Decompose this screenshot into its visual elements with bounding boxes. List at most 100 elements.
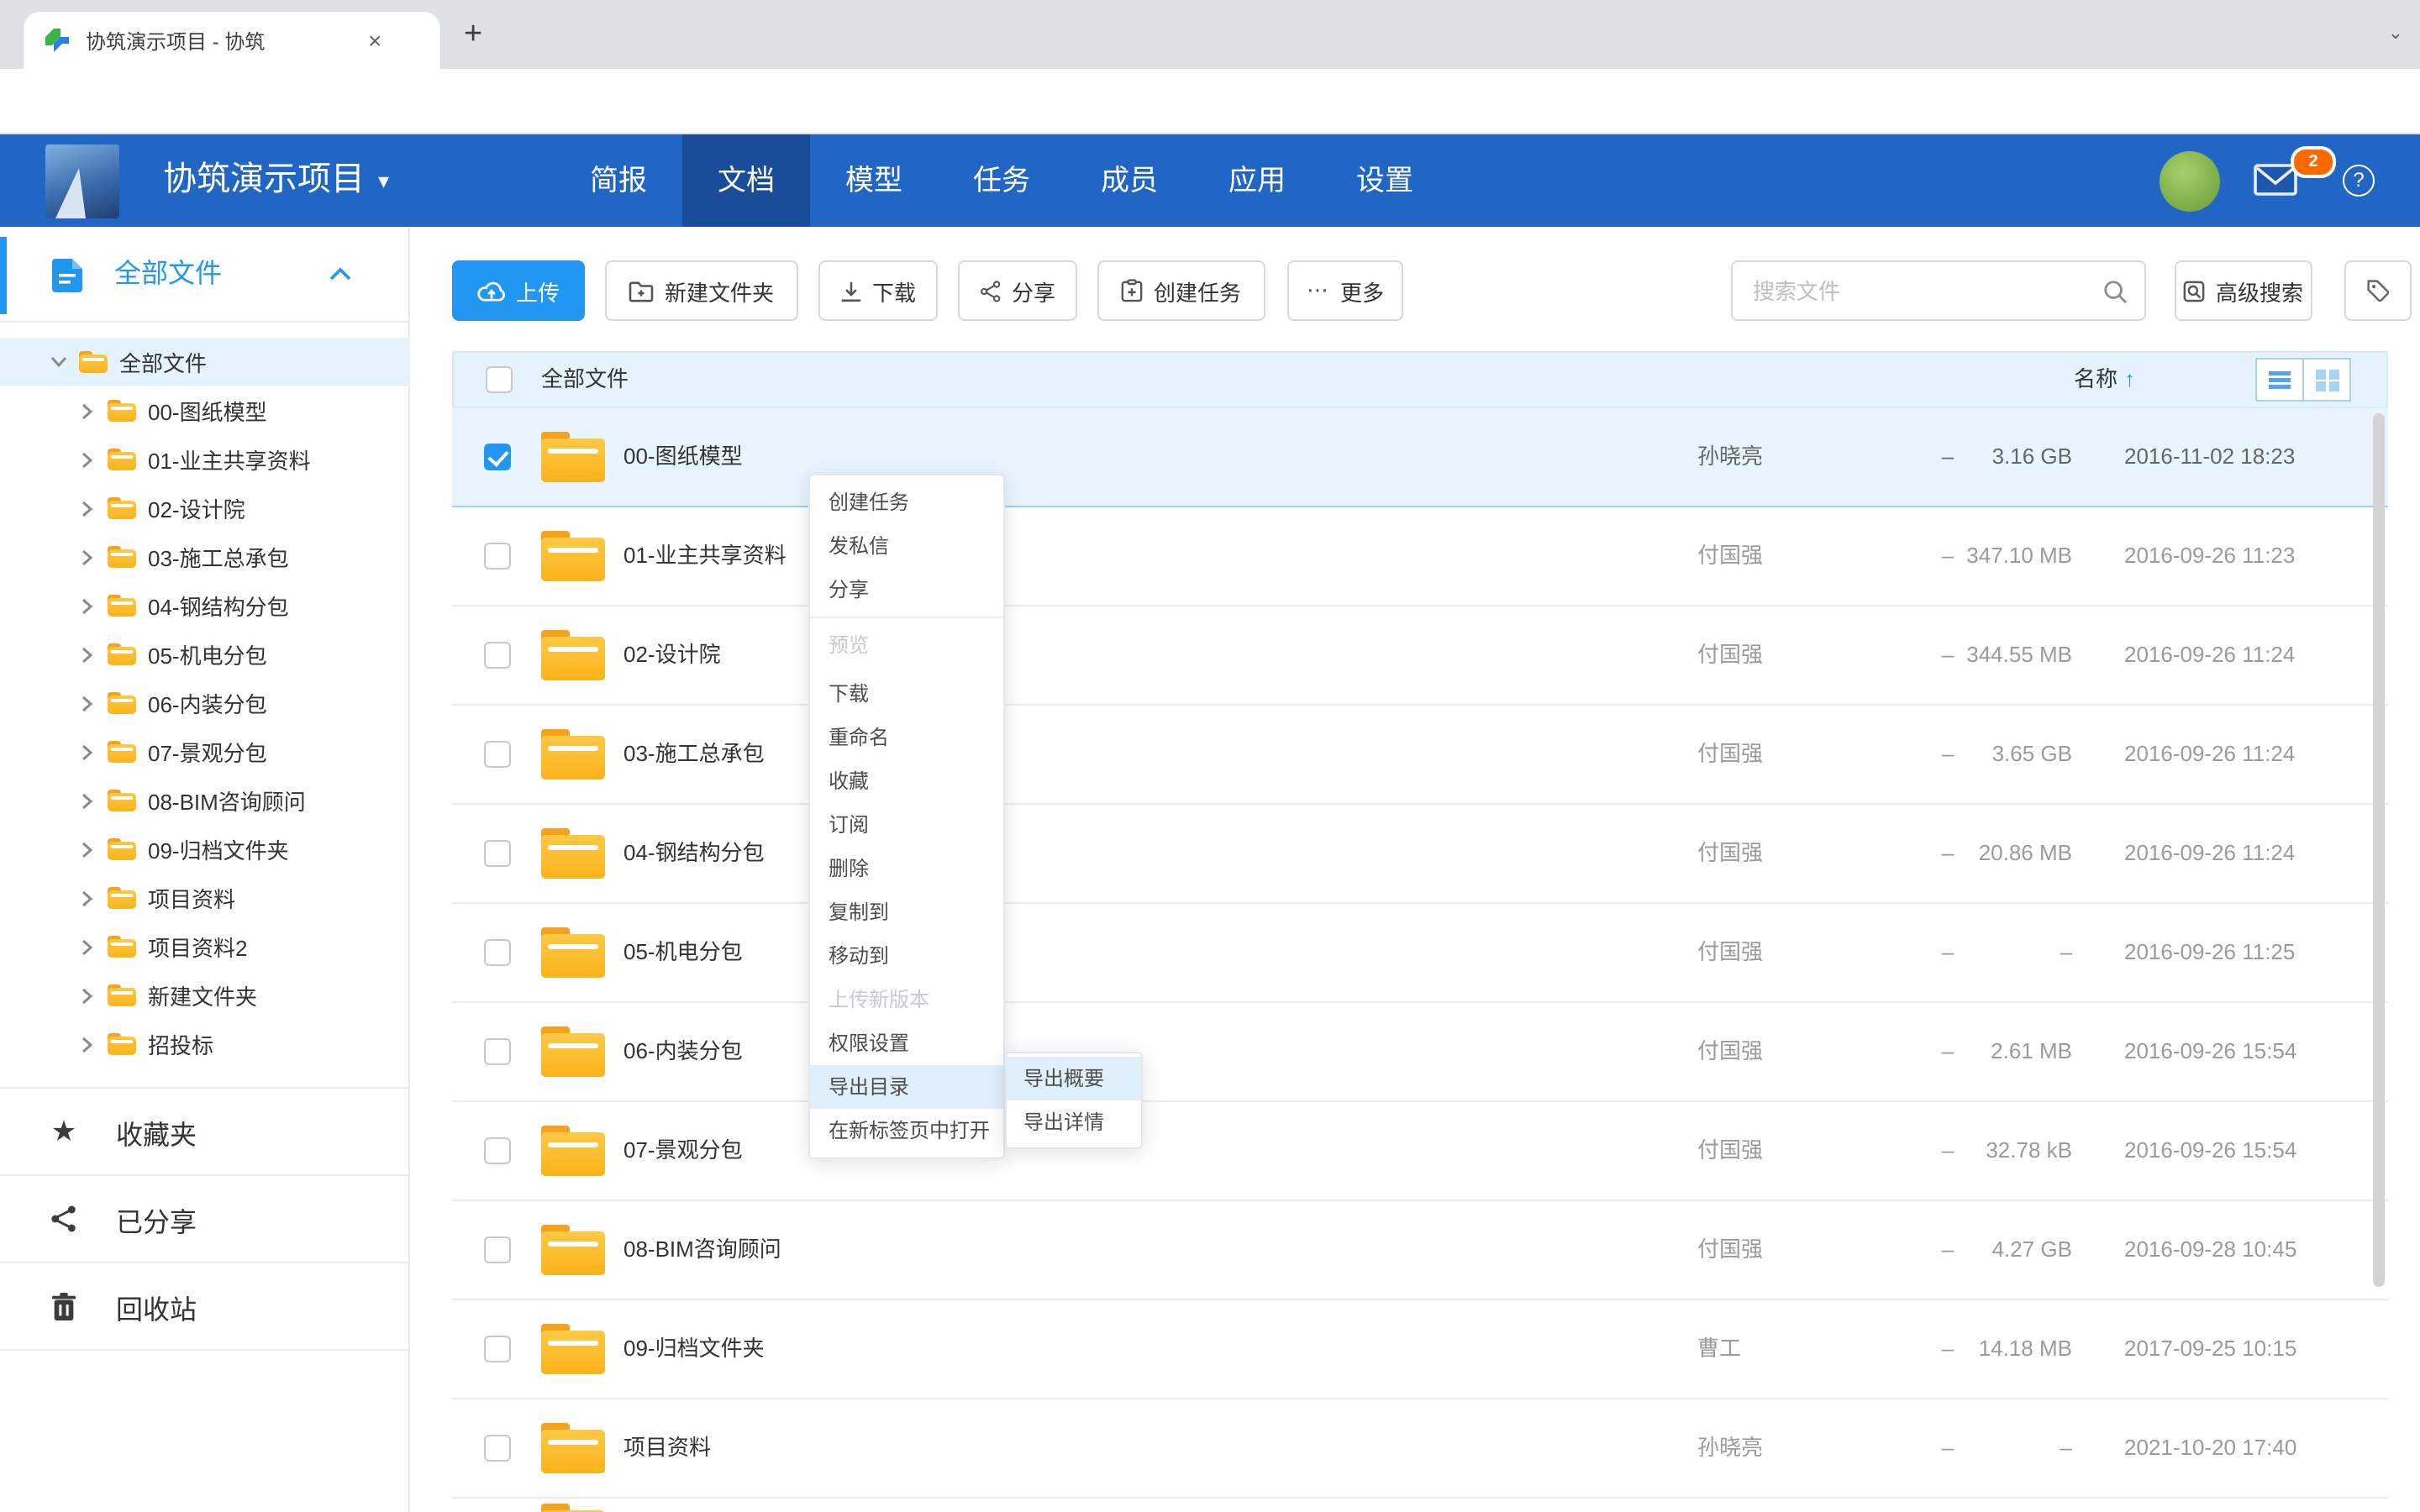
table-row[interactable]: 09-归档文件夹 曹工 – 14.18 MB 2017-09-25 10:15	[452, 1300, 2388, 1399]
file-name[interactable]: 08-BIM咨询顾问	[623, 1201, 781, 1299]
context-menu-item[interactable]: 订阅	[810, 803, 1003, 847]
chevron-right-icon[interactable]	[79, 938, 96, 955]
sidebar-item-favorites[interactable]: ★ 收藏夹	[0, 1087, 410, 1174]
more-button[interactable]: ⋯ 更多	[1287, 260, 1403, 321]
tree-item[interactable]: 01-业主共享资料	[0, 435, 410, 484]
chevron-right-icon[interactable]	[79, 451, 96, 468]
upload-button[interactable]: 上传	[452, 260, 585, 321]
nav-tab[interactable]: 文档	[682, 134, 810, 227]
submenu-item[interactable]: 导出概要	[1007, 1057, 1141, 1100]
nav-tab[interactable]: 成员	[1065, 134, 1193, 227]
nav-tab[interactable]: 设置	[1321, 134, 1449, 227]
select-all-checkbox[interactable]	[486, 366, 513, 393]
search-input[interactable]	[1749, 276, 2102, 305]
grid-view-button[interactable]	[2302, 358, 2351, 402]
context-menu-item[interactable]: 导出目录	[810, 1065, 1003, 1109]
help-icon[interactable]: ?	[2343, 165, 2375, 197]
create-task-button[interactable]: 创建任务	[1097, 260, 1265, 321]
chevron-right-icon[interactable]	[79, 890, 96, 906]
context-menu-item[interactable]: 下载	[810, 672, 1003, 716]
project-switcher[interactable]: 协筑演示项目 ▾	[163, 134, 389, 227]
chevron-right-icon[interactable]	[79, 646, 96, 663]
row-checkbox[interactable]	[484, 840, 511, 867]
chevron-right-icon[interactable]	[79, 549, 96, 565]
file-name[interactable]: 03-施工总承包	[623, 706, 765, 803]
chevron-right-icon[interactable]	[79, 402, 96, 419]
file-name[interactable]: 02-设计院	[623, 606, 721, 704]
sidebar-item-recycle-bin[interactable]: 回收站	[0, 1262, 410, 1351]
download-button[interactable]: 下载	[818, 260, 938, 321]
tab-search-chevron-icon[interactable]: ⌄	[2388, 22, 2403, 44]
project-thumbnail[interactable]	[45, 144, 119, 218]
row-checkbox[interactable]	[484, 1137, 511, 1164]
sidebar-item-shared[interactable]: 已分享	[0, 1174, 410, 1262]
chevron-right-icon[interactable]	[79, 597, 96, 614]
collapse-chevron-up-icon[interactable]	[329, 267, 351, 281]
new-tab-button[interactable]: +	[464, 17, 482, 54]
table-row[interactable]: 08-BIM咨询顾问 付国强 – 4.27 GB 2016-09-28 10:4…	[452, 1201, 2388, 1300]
context-menu-item[interactable]: 创建任务	[810, 480, 1003, 524]
table-row[interactable]: 06-内装分包 付国强 – 2.61 MB 2016-09-26 15:54	[452, 1003, 2388, 1102]
chevron-right-icon[interactable]	[79, 792, 96, 809]
tree-item[interactable]: 02-设计院	[0, 484, 410, 533]
file-name[interactable]: 00-图纸模型	[623, 408, 743, 506]
table-row[interactable]: 03-施工总承包 付国强 – 3.65 GB 2016-09-26 11:24	[452, 706, 2388, 805]
row-checkbox[interactable]	[484, 1435, 511, 1462]
tree-item[interactable]: 09-归档文件夹	[0, 825, 410, 874]
search-icon[interactable]	[2102, 278, 2128, 303]
row-checkbox[interactable]	[484, 741, 511, 768]
context-menu-item[interactable]: 收藏	[810, 759, 1003, 803]
context-menu-item[interactable]: 预览	[810, 617, 1003, 672]
file-name[interactable]: 05-机电分包	[623, 904, 743, 1001]
tree-item[interactable]: 项目资料2	[0, 922, 410, 971]
row-checkbox[interactable]	[484, 1236, 511, 1263]
context-menu-item[interactable]: 上传新版本	[810, 978, 1003, 1021]
row-checkbox[interactable]	[484, 642, 511, 669]
list-view-button[interactable]	[2255, 358, 2304, 402]
chevron-right-icon[interactable]	[79, 695, 96, 711]
file-name[interactable]: 06-内装分包	[623, 1003, 743, 1100]
file-name[interactable]: 01-业主共享资料	[623, 507, 786, 605]
nav-tab[interactable]: 简报	[555, 134, 682, 227]
nav-tab[interactable]: 任务	[938, 134, 1065, 227]
browser-tab[interactable]: 协筑演示项目 - 协筑 ×	[24, 12, 440, 69]
submenu-item[interactable]: 导出详情	[1007, 1100, 1141, 1144]
context-menu-item[interactable]: 复制到	[810, 890, 1003, 934]
list-scrollbar-thumb[interactable]	[2373, 413, 2385, 1287]
table-row[interactable]: 01-业主共享资料 付国强 – 347.10 MB 2016-09-26 11:…	[452, 507, 2388, 606]
tree-item[interactable]: 项目资料	[0, 874, 410, 922]
tree-item[interactable]: 04-钢结构分包	[0, 581, 410, 630]
tab-close-icon[interactable]: ×	[368, 29, 381, 52]
table-row[interactable]: 00-图纸模型 孙晓亮 – 3.16 GB 2016-11-02 18:23	[452, 408, 2388, 507]
tree-item[interactable]: 05-机电分包	[0, 630, 410, 679]
context-menu-item[interactable]: 权限设置	[810, 1021, 1003, 1065]
row-checkbox[interactable]	[484, 1038, 511, 1065]
share-button[interactable]: 分享	[958, 260, 1077, 321]
row-checkbox[interactable]	[484, 444, 511, 470]
nav-tab[interactable]: 模型	[810, 134, 938, 227]
sort-by-name[interactable]: 名称↑	[2074, 353, 2135, 407]
context-menu-item[interactable]: 发私信	[810, 524, 1003, 568]
tree-item[interactable]: 03-施工总承包	[0, 533, 410, 581]
tree-item[interactable]: 06-内装分包	[0, 679, 410, 727]
chevron-right-icon[interactable]	[79, 500, 96, 517]
tree-item[interactable]: 00-图纸模型	[0, 386, 410, 435]
user-avatar[interactable]	[2160, 151, 2220, 212]
chevron-right-icon[interactable]	[79, 1036, 96, 1053]
context-menu-item[interactable]: 移动到	[810, 934, 1003, 978]
context-menu-item[interactable]: 删除	[810, 847, 1003, 890]
tree-item[interactable]: 07-景观分包	[0, 727, 410, 776]
chevron-right-icon[interactable]	[79, 987, 96, 1004]
table-row[interactable]: 05-机电分包 付国强 – – 2016-09-26 11:25	[452, 904, 2388, 1003]
new-folder-button[interactable]: 新建文件夹	[605, 260, 798, 321]
table-row[interactable]: 02-设计院 付国强 – 344.55 MB 2016-09-26 11:24	[452, 606, 2388, 706]
chevron-down-icon[interactable]	[50, 356, 67, 368]
file-name[interactable]: 07-景观分包	[623, 1102, 743, 1200]
tags-button[interactable]	[2344, 260, 2412, 321]
chevron-right-icon[interactable]	[79, 841, 96, 858]
table-row[interactable]: 07-景观分包 付国强 – 32.78 kB 2016-09-26 15:54	[452, 1102, 2388, 1201]
tree-item[interactable]: 新建文件夹	[0, 971, 410, 1020]
sidebar-section-all-files[interactable]: 全部文件	[0, 227, 410, 323]
file-name[interactable]: 09-归档文件夹	[623, 1300, 765, 1398]
context-menu-item[interactable]: 分享	[810, 568, 1003, 612]
